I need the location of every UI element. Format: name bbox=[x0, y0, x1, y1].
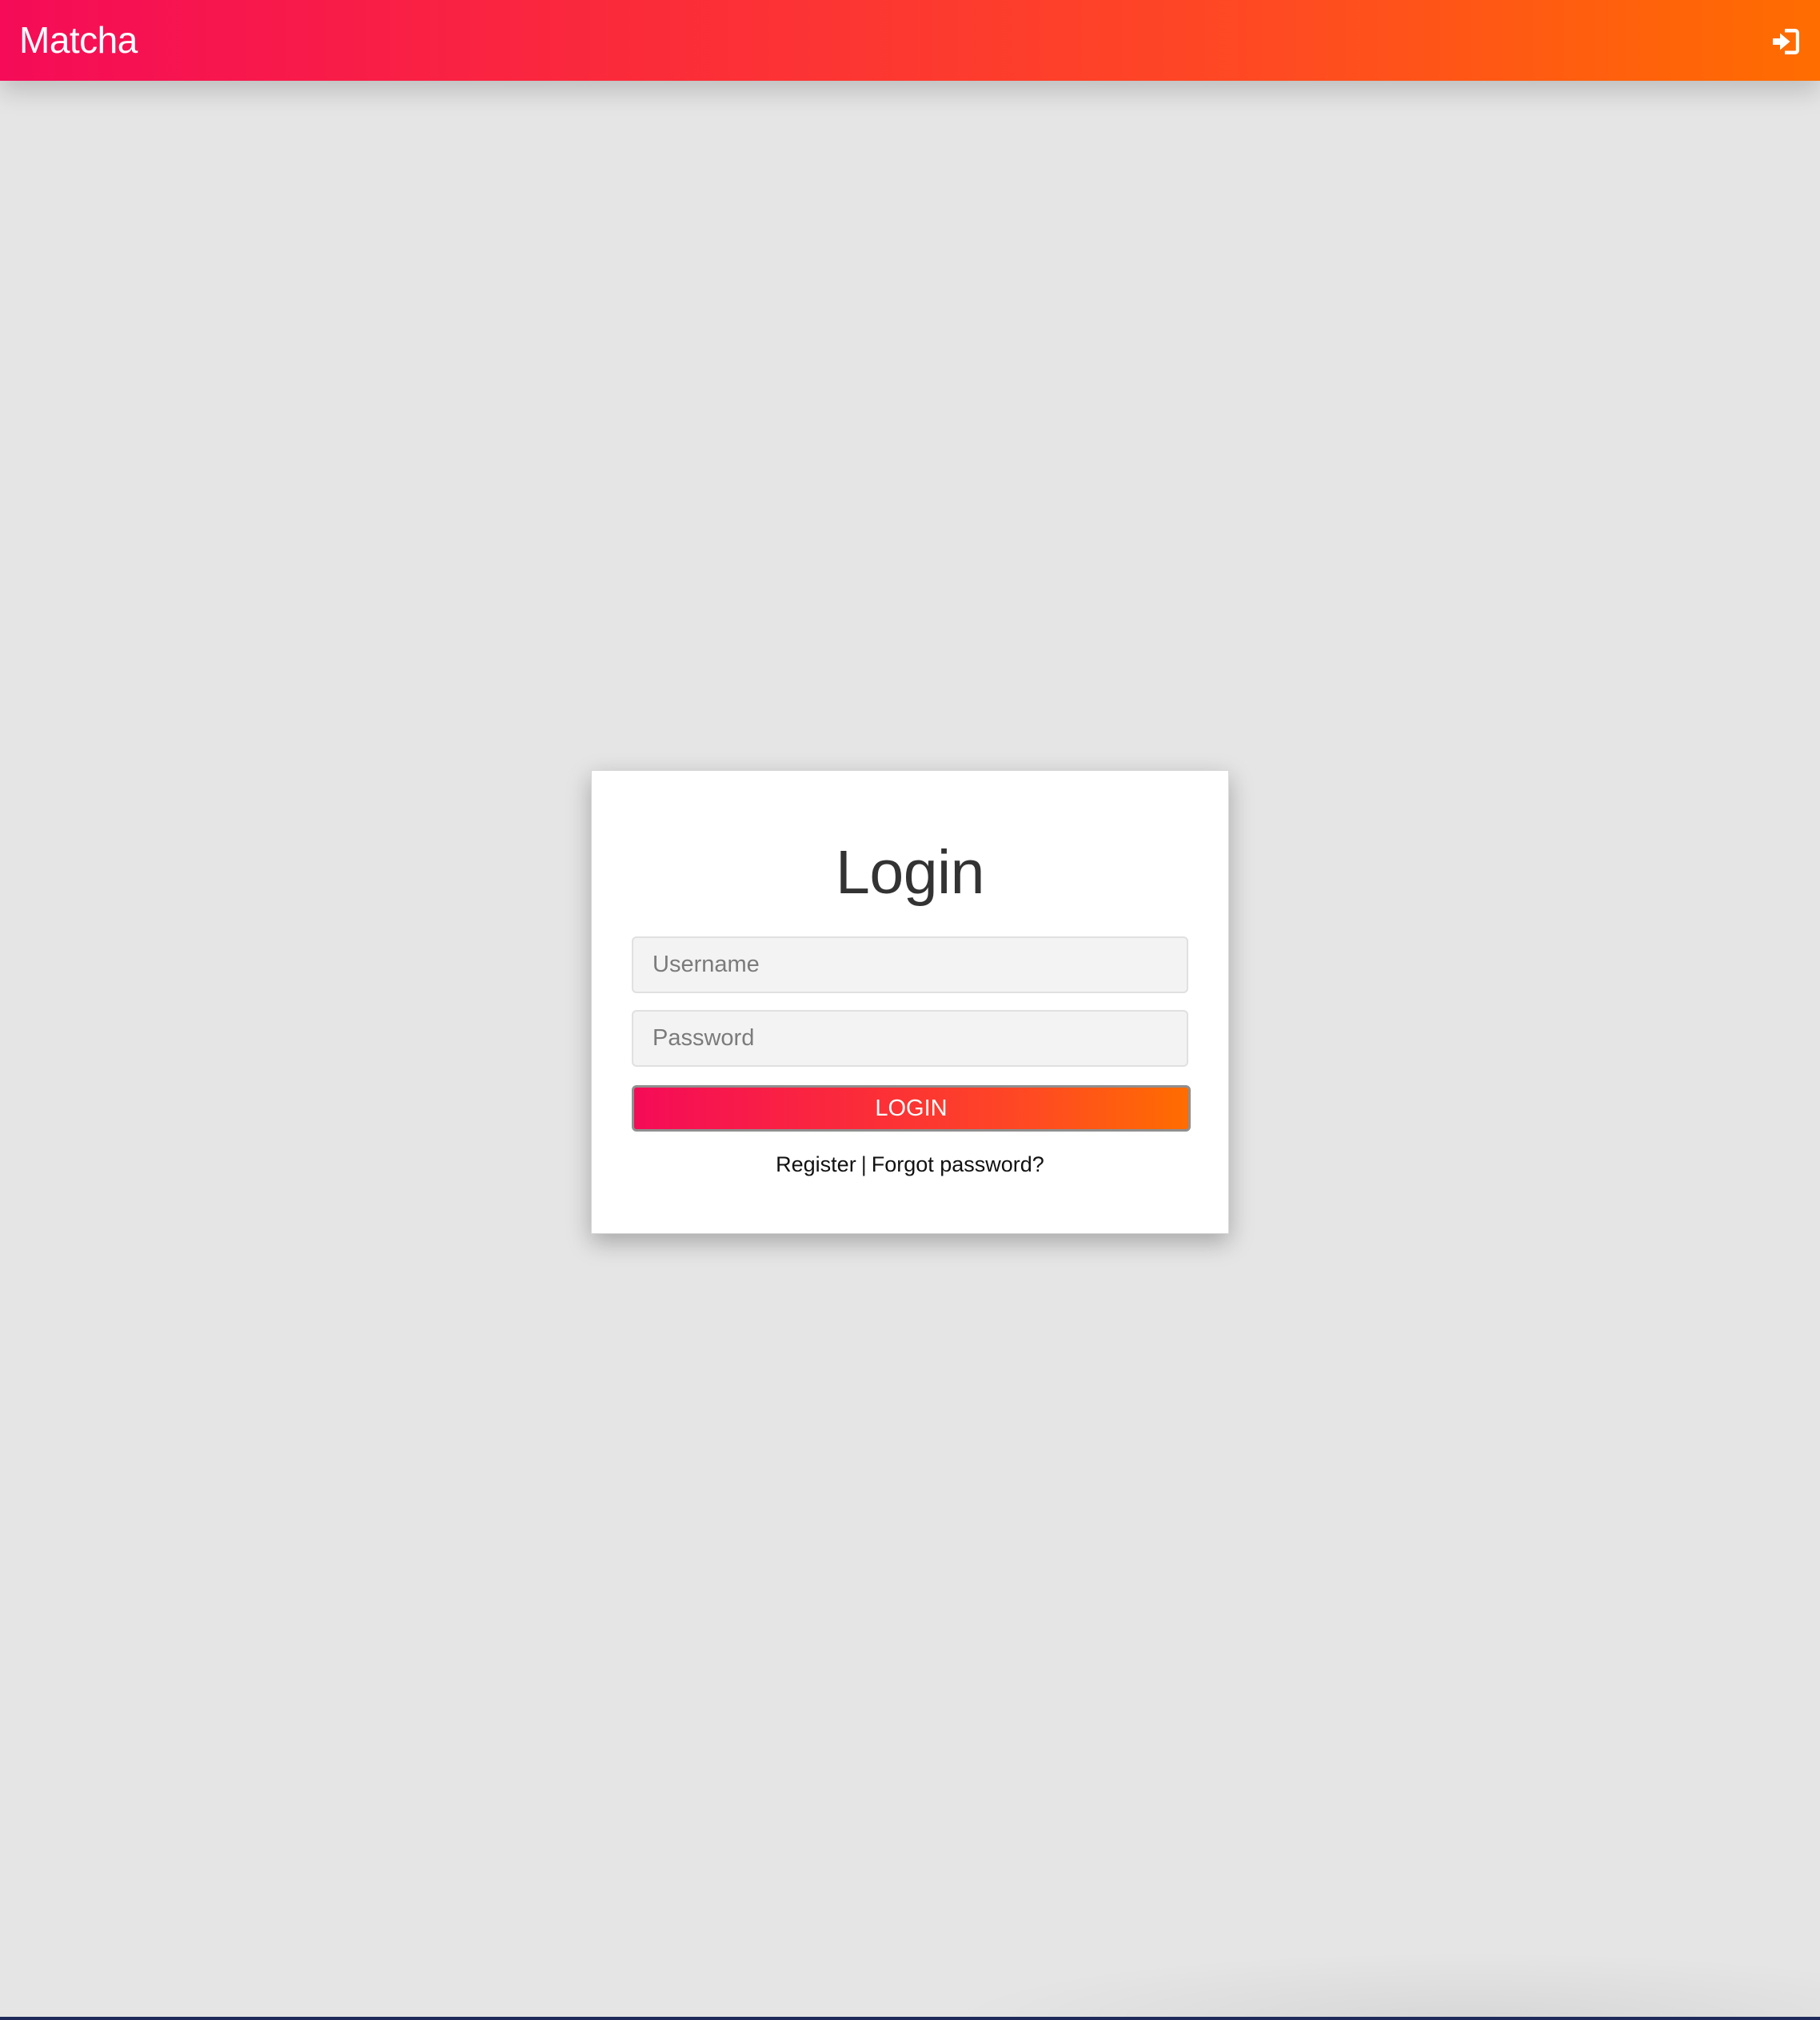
login-card: Login LOGIN Register|Forgot password? bbox=[591, 770, 1229, 1234]
top-navbar: Matcha bbox=[0, 0, 1820, 81]
window-bottom-edge bbox=[0, 2017, 1820, 2020]
username-input[interactable] bbox=[632, 936, 1188, 993]
link-separator: | bbox=[860, 1152, 867, 1176]
password-input[interactable] bbox=[632, 1010, 1188, 1067]
bottom-shadow bbox=[944, 1951, 1820, 2020]
auth-links: Register | Forgot password? bbox=[592, 1150, 1228, 1179]
login-button[interactable]: LOGIN bbox=[632, 1085, 1191, 1132]
register-link[interactable]: Register bbox=[776, 1152, 856, 1176]
forgot-password-link[interactable]: Forgot password? bbox=[872, 1152, 1044, 1176]
brand-logo[interactable]: Matcha bbox=[19, 18, 138, 62]
sign-in-icon[interactable] bbox=[1770, 26, 1802, 58]
login-title: Login bbox=[836, 838, 984, 907]
